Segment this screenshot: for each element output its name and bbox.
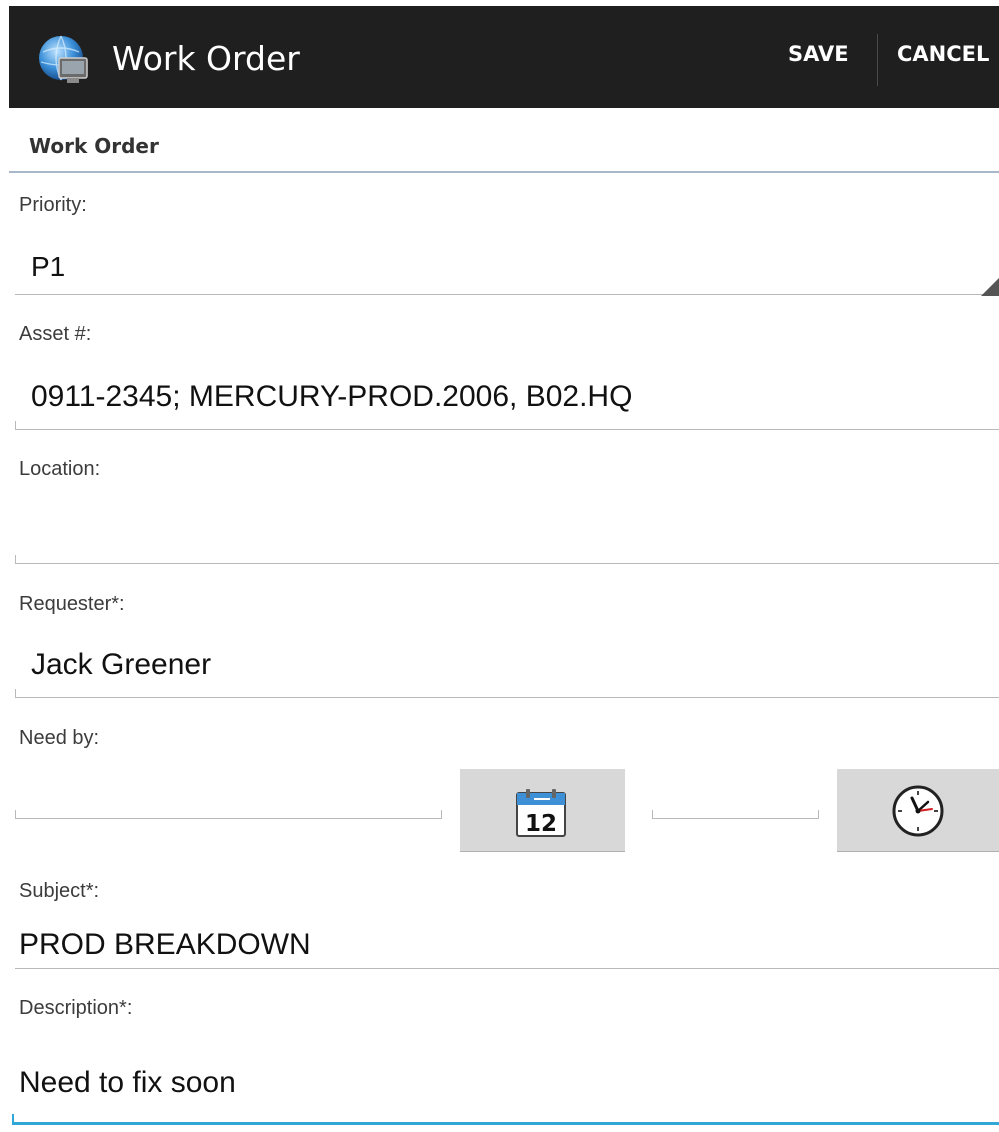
calendar-icon: 12 — [516, 789, 566, 837]
description-label: Description*: — [19, 997, 133, 1019]
requester-underline — [15, 697, 999, 698]
priority-label: Priority: — [19, 194, 87, 216]
time-underline — [652, 818, 819, 819]
subject-label: Subject*: — [19, 880, 100, 902]
save-button[interactable]: SAVE — [788, 42, 849, 66]
subject-underline — [15, 968, 999, 969]
need-by-label: Need by: — [19, 727, 100, 749]
left-edge — [0, 0, 9, 1132]
calendar-day: 12 — [525, 811, 557, 837]
asset-field[interactable]: 0911-2345; MERCURY-PROD.2006, B02.HQ — [31, 380, 632, 414]
asset-underline — [15, 429, 999, 430]
app-title: Work Order — [112, 39, 300, 78]
spinner-arrow-icon — [981, 278, 999, 296]
time-tick-left — [652, 810, 653, 818]
asset-label: Asset #: — [19, 323, 92, 345]
time-picker-button[interactable] — [837, 769, 999, 852]
asset-tick — [15, 421, 16, 429]
requester-field[interactable]: Jack Greener — [31, 648, 211, 682]
time-tick-right — [818, 810, 819, 818]
location-underline — [15, 563, 999, 564]
action-bar: Work Order SAVE CANCEL — [9, 6, 999, 108]
section-header: Work Order — [29, 134, 159, 158]
location-label: Location: — [19, 458, 101, 480]
section-divider — [9, 171, 999, 173]
description-focus-underline — [12, 1122, 999, 1125]
date-underline — [15, 818, 442, 819]
date-picker-button[interactable]: 12 — [460, 769, 625, 852]
date-tick-left — [15, 810, 16, 818]
requester-tick — [15, 689, 16, 697]
priority-underline — [15, 294, 999, 295]
subject-field[interactable]: PROD BREAKDOWN — [19, 928, 311, 962]
date-tick-right — [441, 810, 442, 818]
requester-label: Requester*: — [19, 593, 125, 615]
cancel-button[interactable]: CANCEL — [897, 42, 989, 66]
action-divider — [877, 34, 878, 86]
globe-computer-icon[interactable] — [37, 34, 89, 86]
description-field[interactable]: Need to fix soon — [19, 1066, 236, 1100]
clock-icon — [892, 785, 944, 837]
location-tick — [15, 555, 16, 563]
priority-spinner[interactable]: P1 — [31, 251, 65, 283]
